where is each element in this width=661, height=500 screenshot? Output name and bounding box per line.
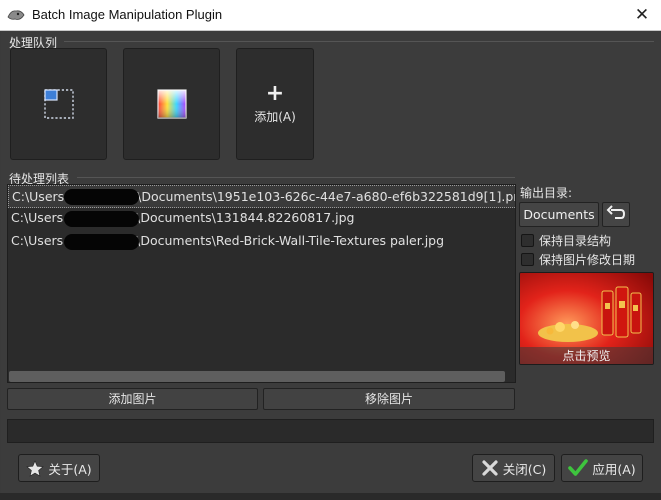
add-plus-icon: + xyxy=(265,80,285,106)
output-dir-label: 输出目录: xyxy=(520,186,573,200)
redaction-mark xyxy=(64,189,139,205)
file-path-suffix: \Documents\Red-Brick-Wall-Tile-Textures … xyxy=(136,233,445,248)
keep-structure-option[interactable]: 保持目录结构 xyxy=(521,232,611,248)
about-button[interactable]: 关于(A) xyxy=(18,454,100,482)
apply-button-label: 应用(A) xyxy=(592,461,636,477)
output-folder-button[interactable]: Documents xyxy=(519,202,599,227)
close-x-icon xyxy=(482,460,498,476)
file-path-prefix: C:\Users xyxy=(11,233,64,248)
pending-file-list[interactable]: C:\Users \Documents\1951e103-626c-44e7-a6… xyxy=(7,184,516,383)
about-button-label: 关于(A) xyxy=(48,461,92,477)
horizontal-scrollbar[interactable] xyxy=(9,371,505,382)
queue-add-label: 添加(A) xyxy=(254,109,296,124)
window-titlebar: Batch Image Manipulation Plugin ✕ xyxy=(0,0,661,31)
remove-images-button[interactable]: 移除图片 xyxy=(263,388,515,410)
queue-add-tile[interactable]: + 添加(A) xyxy=(236,48,314,160)
keep-structure-checkbox[interactable] xyxy=(521,233,534,247)
file-path-prefix: C:\Users xyxy=(11,210,64,225)
window-close-button[interactable]: ✕ xyxy=(628,3,656,27)
star-icon xyxy=(26,459,45,477)
redaction-mark xyxy=(64,211,139,227)
redaction-mark xyxy=(64,234,139,250)
gimp-logo-icon xyxy=(7,10,25,20)
queue-tile-crop[interactable] xyxy=(10,48,107,160)
close-button[interactable]: 关闭(C) xyxy=(472,454,555,482)
reset-folder-button[interactable] xyxy=(602,202,630,227)
queue-tile-color[interactable] xyxy=(123,48,220,160)
color-gradient-icon xyxy=(156,89,187,119)
window-title: Batch Image Manipulation Plugin xyxy=(32,7,223,22)
pending-group-divider xyxy=(77,177,515,178)
crop-icon xyxy=(43,89,74,119)
queue-group-divider xyxy=(64,41,654,42)
keep-date-option[interactable]: 保持图片修改日期 xyxy=(521,251,635,267)
file-path-suffix: \Documents\1951e103-626c-44e7-a680-ef6b3… xyxy=(137,189,516,204)
close-button-label: 关闭(C) xyxy=(502,461,547,477)
file-path-prefix: C:\Users xyxy=(12,189,65,204)
keep-date-checkbox[interactable] xyxy=(521,252,534,266)
add-images-button[interactable]: 添加图片 xyxy=(7,388,258,410)
keep-structure-label: 保持目录结构 xyxy=(539,233,612,248)
check-icon xyxy=(568,459,589,476)
undo-arrow-icon xyxy=(606,205,626,219)
preview-label: 点击预览 xyxy=(562,349,611,363)
file-path-suffix: \Documents\131844.82260817.jpg xyxy=(136,210,355,225)
keep-date-label: 保持图片修改日期 xyxy=(539,252,636,267)
apply-button[interactable]: 应用(A) xyxy=(561,454,643,482)
progress-status-bar xyxy=(7,419,654,443)
taskbar-strip xyxy=(0,493,661,500)
